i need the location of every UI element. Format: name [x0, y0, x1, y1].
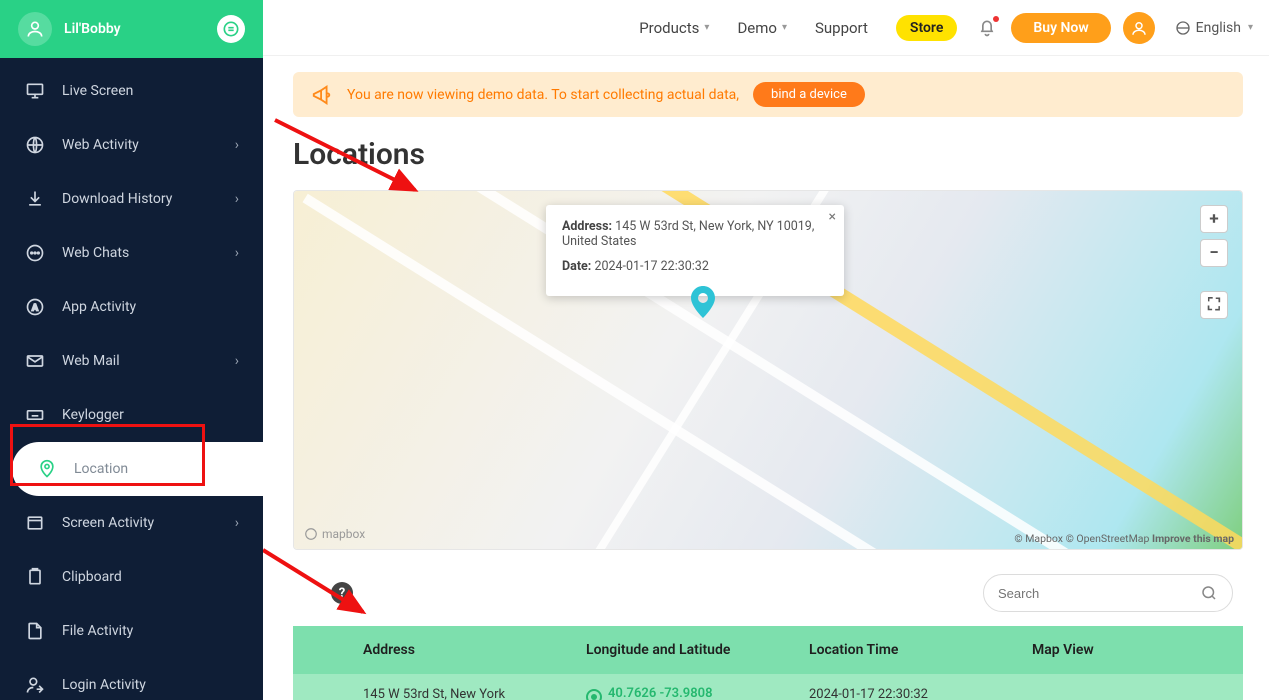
svg-text:A: A — [32, 303, 39, 313]
search-input[interactable] — [998, 586, 1200, 601]
buy-now-button[interactable]: Buy Now — [1011, 13, 1110, 43]
cell-time: 2024-01-17 22:30:32 — [797, 687, 1020, 700]
mail-icon — [24, 351, 46, 371]
help-button[interactable]: ? — [331, 582, 353, 604]
table-toolbar: ? — [293, 550, 1243, 626]
sidebar-header: Lil'Bobby — [0, 0, 263, 58]
notification-dot — [993, 16, 999, 22]
user-icon — [24, 675, 46, 695]
chevron-right-icon: › — [235, 137, 239, 153]
date-value: 2024-01-17 22:30:32 — [594, 259, 708, 274]
nav-demo[interactable]: Demo▾ — [737, 19, 787, 37]
col-address: Address — [293, 642, 574, 658]
table-row[interactable]: 145 W 53rd St, New York 40.7626 -73.9808… — [293, 674, 1243, 700]
file-icon — [24, 621, 46, 641]
sidebar-item-web-mail[interactable]: Web Mail › — [0, 334, 263, 388]
content: You are now viewing demo data. To start … — [263, 56, 1269, 700]
nav-products[interactable]: Products▾ — [639, 19, 709, 37]
screen-icon — [24, 513, 46, 533]
megaphone-icon — [311, 84, 333, 106]
topnav: Products▾ Demo▾ Support Store — [639, 15, 957, 41]
map-attribution: © Mapbox © OpenStreetMap Improve this ma… — [1014, 532, 1234, 545]
table-header: Address Longitude and Latitude Location … — [293, 626, 1243, 674]
banner-text: You are now viewing demo data. To start … — [347, 87, 739, 103]
bind-device-button[interactable]: bind a device — [753, 82, 865, 107]
app-icon: A — [24, 297, 46, 317]
sidebar-item-download-history[interactable]: Download History › — [0, 172, 263, 226]
download-icon — [24, 189, 46, 209]
globe-icon — [24, 135, 46, 155]
close-icon[interactable]: × — [829, 209, 836, 225]
date-label: Date: — [562, 259, 591, 274]
chevron-down-icon: ▾ — [1248, 22, 1253, 33]
col-mapview: Map View — [1020, 642, 1243, 658]
clipboard-icon — [24, 567, 46, 587]
zoom-out-button[interactable]: − — [1200, 239, 1228, 267]
sidebar-item-keylogger[interactable]: Keylogger — [0, 388, 263, 442]
cell-address: 145 W 53rd St, New York — [293, 687, 574, 700]
nav-support[interactable]: Support — [815, 19, 868, 37]
sidebar-item-live-screen[interactable]: Live Screen — [0, 64, 263, 118]
cell-lonlat: 40.7626 -73.9808 — [574, 686, 797, 700]
account-button[interactable] — [1123, 12, 1155, 44]
profile[interactable]: Lil'Bobby — [18, 12, 121, 46]
globe-icon — [1175, 20, 1191, 36]
sidebar-item-login-activity[interactable]: Login Activity — [0, 658, 263, 700]
keyboard-icon — [24, 405, 46, 425]
map-controls: + − ⛶ — [1200, 205, 1228, 319]
sidebar-item-file-activity[interactable]: File Activity — [0, 604, 263, 658]
fullscreen-button[interactable]: ⛶ — [1200, 291, 1228, 319]
chevron-down-icon: ▾ — [704, 22, 709, 33]
mapbox-logo: mapbox — [304, 527, 365, 541]
pin-icon — [36, 459, 58, 479]
nav-store[interactable]: Store — [896, 15, 957, 41]
chevron-right-icon: › — [235, 245, 239, 261]
map-popup: × Address: 145 W 53rd St, New York, NY 1… — [546, 205, 844, 296]
sidebar: Lil'Bobby Live Screen Web Activity › Dow… — [0, 0, 263, 700]
chevron-right-icon: › — [235, 191, 239, 207]
sidebar-item-location[interactable]: Location — [12, 442, 263, 496]
col-lonlat: Longitude and Latitude — [574, 642, 797, 658]
search-input-wrap[interactable] — [983, 574, 1233, 612]
map-marker[interactable] — [691, 286, 715, 318]
sidebar-item-web-chats[interactable]: Web Chats › — [0, 226, 263, 280]
zoom-in-button[interactable]: + — [1200, 205, 1228, 233]
geo-dot-icon — [586, 689, 602, 700]
chevron-right-icon: › — [235, 515, 239, 531]
sidebar-item-web-activity[interactable]: Web Activity › — [0, 118, 263, 172]
main: Products▾ Demo▾ Support Store Buy Now En… — [263, 0, 1269, 700]
map[interactable]: × Address: 145 W 53rd St, New York, NY 1… — [293, 190, 1243, 550]
page-title: Locations — [293, 137, 1243, 172]
language-selector[interactable]: English▾ — [1175, 20, 1253, 36]
col-time: Location Time — [797, 642, 1020, 658]
notifications-button[interactable] — [977, 18, 997, 38]
username: Lil'Bobby — [64, 21, 121, 37]
chevron-right-icon: › — [235, 353, 239, 369]
avatar — [18, 12, 52, 46]
demo-banner: You are now viewing demo data. To start … — [293, 72, 1243, 117]
monitor-icon — [24, 81, 46, 101]
sidebar-item-app-activity[interactable]: A App Activity — [0, 280, 263, 334]
swap-button[interactable] — [217, 15, 245, 43]
sidebar-item-screen-activity[interactable]: Screen Activity › — [0, 496, 263, 550]
chat-icon — [24, 243, 46, 263]
topbar: Products▾ Demo▾ Support Store Buy Now En… — [263, 0, 1269, 56]
sidebar-item-clipboard[interactable]: Clipboard — [0, 550, 263, 604]
search-icon — [1200, 584, 1218, 602]
sidebar-nav: Live Screen Web Activity › Download Hist… — [0, 58, 263, 700]
chevron-down-icon: ▾ — [782, 22, 787, 33]
address-label: Address: — [562, 219, 612, 234]
